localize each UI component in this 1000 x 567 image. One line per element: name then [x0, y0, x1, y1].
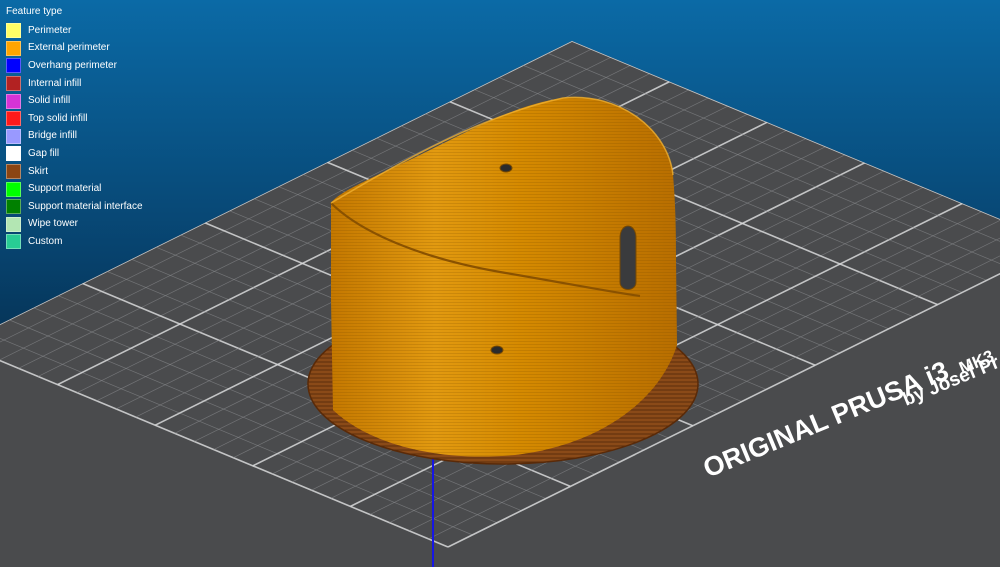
legend-item-top-solid-infill: Top solid infill [6, 110, 143, 128]
legend-swatch [6, 111, 21, 127]
legend-swatch [6, 199, 21, 215]
legend-label: Support material [28, 183, 102, 195]
legend-item-external-perimeter: External perimeter [6, 40, 143, 58]
3d-viewport[interactable]: ORIGINAL PRUSA i3 MK3 by Josef Pr [0, 0, 1000, 567]
legend-label: Bridge infill [28, 130, 77, 142]
legend-label: Gap fill [28, 147, 60, 159]
model-hole-upper [499, 163, 513, 173]
legend-label: Custom [28, 235, 63, 247]
legend-label: Overhang perimeter [28, 59, 117, 71]
legend-swatch [6, 234, 21, 250]
model-hole-lower [490, 345, 504, 355]
legend-swatch [6, 146, 21, 162]
legend-label: Internal infill [28, 77, 82, 89]
legend-item-support-material-interface: Support material interface [6, 198, 143, 216]
legend-swatch [6, 40, 21, 56]
legend-item-overhang-perimeter: Overhang perimeter [6, 57, 143, 75]
model-slot-cutout [619, 225, 637, 290]
legend-swatch [6, 164, 21, 180]
legend-label: Skirt [28, 165, 48, 177]
legend-label: Top solid infill [28, 112, 88, 124]
legend-label: External perimeter [28, 42, 110, 54]
legend-item-solid-infill: Solid infill [6, 92, 143, 110]
legend-label: Wipe tower [28, 218, 79, 230]
legend-swatch [6, 76, 21, 92]
legend-title: Feature type [6, 6, 63, 17]
feature-type-legend: Feature type Perimeter External perimete… [6, 6, 143, 251]
legend-item-gap-fill: Gap fill [6, 145, 143, 163]
legend-item-perimeter: Perimeter [6, 22, 143, 40]
legend-label: Solid infill [28, 95, 71, 107]
legend-swatch [6, 128, 21, 144]
legend-item-internal-infill: Internal infill [6, 75, 143, 93]
legend-item-skirt: Skirt [6, 163, 143, 181]
legend-item-custom: Custom [6, 233, 143, 251]
legend-swatch [6, 93, 21, 109]
legend-label: Support material interface [28, 200, 143, 212]
legend-item-bridge-infill: Bridge infill [6, 128, 143, 146]
legend-swatch [6, 181, 21, 197]
legend-item-support-material: Support material [6, 180, 143, 198]
legend-label: Perimeter [28, 24, 72, 36]
legend-swatch [6, 58, 21, 74]
legend-swatch [6, 23, 21, 39]
legend-item-wipe-tower: Wipe tower [6, 216, 143, 234]
legend-swatch [6, 216, 21, 232]
